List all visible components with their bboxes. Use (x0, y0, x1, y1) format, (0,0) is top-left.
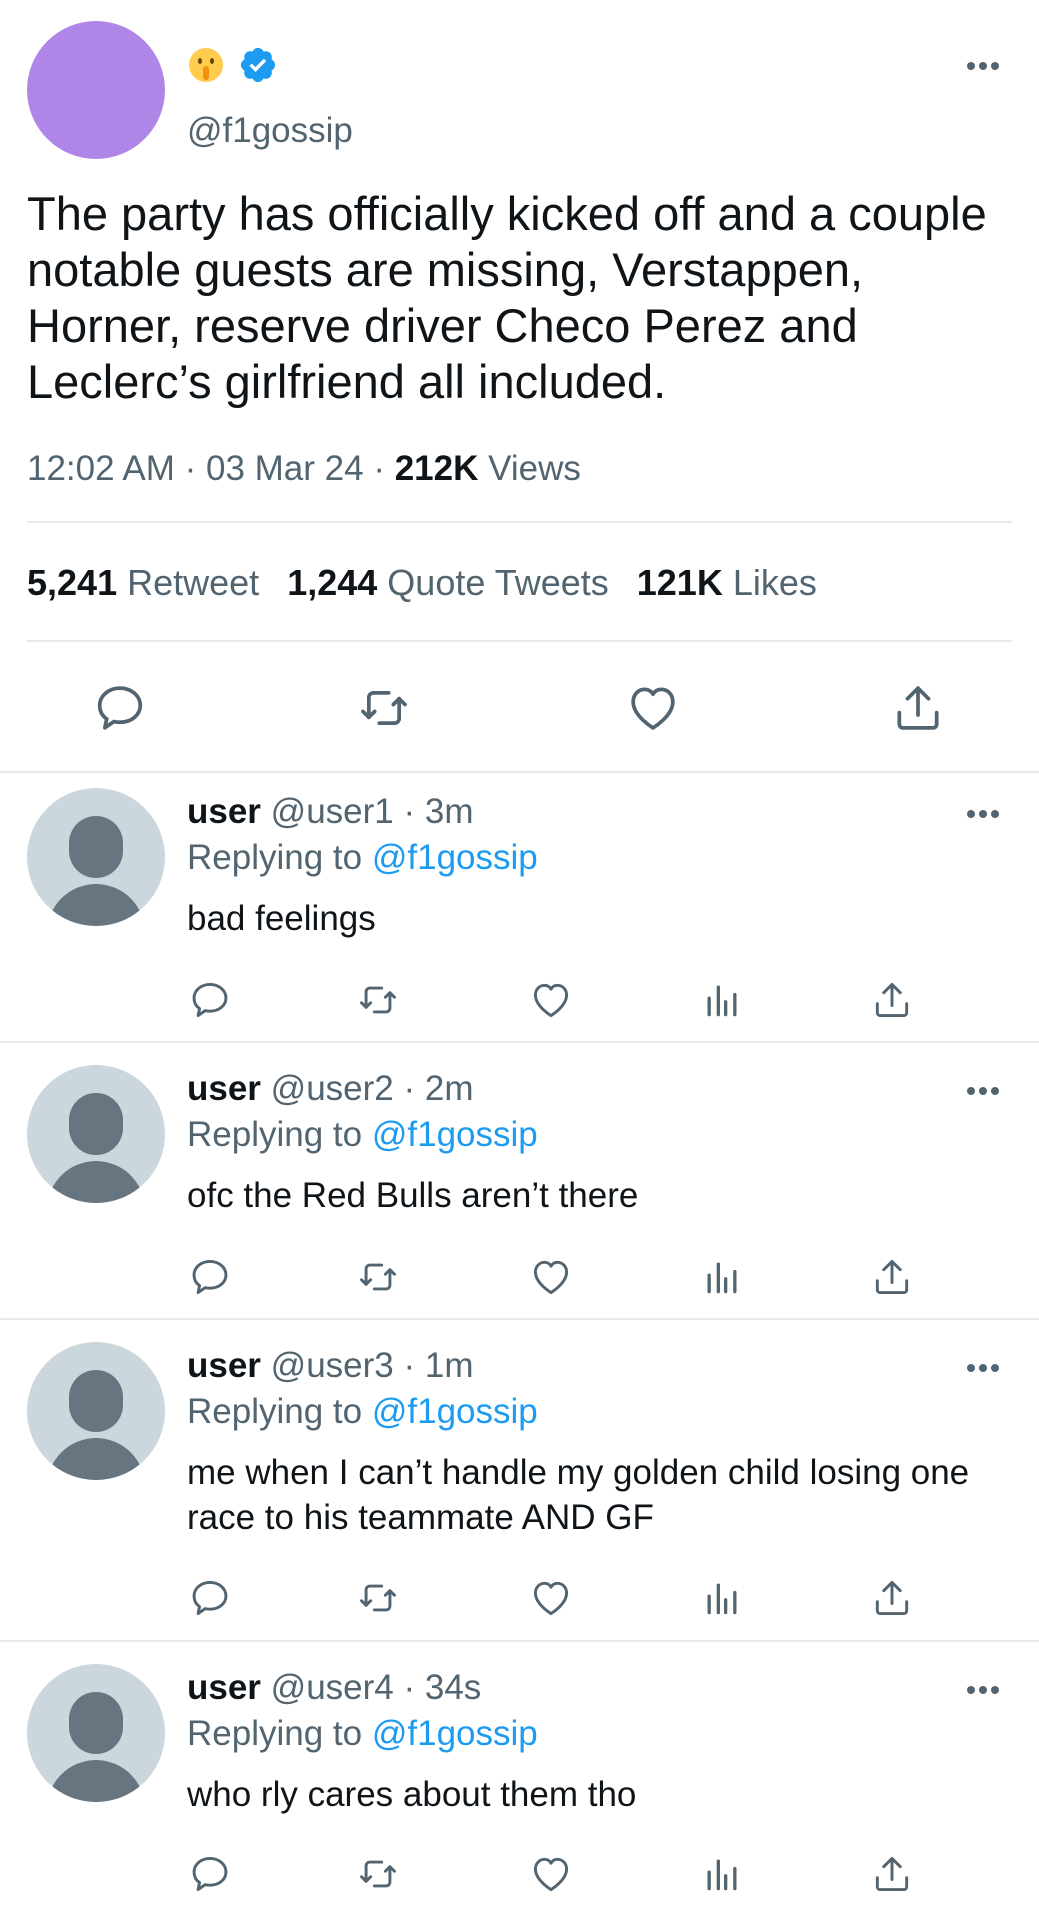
share-icon[interactable] (870, 978, 914, 1022)
retweet-icon[interactable] (356, 1852, 400, 1896)
retweets-count: 5,241 (27, 562, 118, 603)
more-options-icon[interactable] (965, 808, 1001, 820)
quotes-count: 1,244 (287, 562, 378, 603)
avatar[interactable] (27, 21, 165, 159)
more-options-icon[interactable] (965, 60, 1001, 72)
engagement-stats: 5,241 Retweet 1,244 Quote Tweets 121K Like… (27, 560, 817, 606)
divider (27, 521, 1012, 523)
avatar[interactable] (27, 1065, 165, 1203)
reply-time: 3m (424, 792, 474, 831)
shushing-face-emoji-icon (189, 48, 223, 82)
reply-icon[interactable] (188, 1576, 232, 1620)
replying-label: Replying to (187, 1115, 363, 1154)
more-options-icon[interactable] (965, 1684, 1001, 1696)
author-handle[interactable]: @f1gossip (187, 108, 353, 154)
like-icon[interactable] (529, 1852, 573, 1896)
share-icon[interactable] (890, 680, 946, 736)
analytics-icon[interactable] (700, 1576, 744, 1620)
retweet-icon[interactable] (356, 680, 412, 736)
mention-link[interactable]: @f1gossip (372, 1392, 538, 1431)
mention-link[interactable]: @f1gossip (372, 838, 538, 877)
reply-header: user @user4 · 34s (187, 1668, 482, 1707)
share-icon[interactable] (870, 1576, 914, 1620)
user-name[interactable]: user (187, 792, 261, 831)
avatar[interactable] (27, 1664, 165, 1802)
reply-text: me when I can’t handle my golden child l… (187, 1453, 970, 1537)
like-icon[interactable] (529, 1576, 573, 1620)
user-name[interactable]: user (187, 1069, 261, 1108)
reply-text: who rly cares about them tho (187, 1775, 637, 1814)
replying-label: Replying to (187, 1714, 363, 1753)
share-icon[interactable] (870, 1255, 914, 1299)
like-icon[interactable] (625, 680, 681, 736)
replying-to: Replying to @f1gossip (187, 836, 538, 880)
main-tweet: @f1gossip The party has officially kicke… (0, 0, 1039, 772)
tweet-meta: 12:02 AM · 03 Mar 24 · 212K Views (27, 446, 581, 492)
reply-header: user @user2 · 2m (187, 1069, 474, 1108)
separator: · (363, 449, 395, 488)
replying-to: Replying to @f1gossip (187, 1113, 538, 1157)
reply-header: user @user3 · 1m (187, 1346, 474, 1385)
more-options-icon[interactable] (965, 1085, 1001, 1097)
reply-tweet[interactable]: user @user3 · 1m Replying to @f1gossip m… (0, 1320, 1039, 1640)
separator: · (174, 449, 206, 488)
reply-tweet[interactable]: user @user1 · 3m Replying to @f1gossip b… (0, 772, 1039, 1042)
quotes-stat[interactable]: 1,244 Quote Tweets (287, 562, 609, 603)
reply-text: ofc the Red Bulls aren’t there (187, 1176, 639, 1215)
likes-label: Likes (732, 562, 817, 603)
reply-time: 2m (424, 1069, 474, 1108)
tweet-text: The party has officially kicked off and … (27, 187, 987, 408)
tweet-time[interactable]: 12:02 AM (27, 449, 175, 488)
retweet-icon[interactable] (356, 978, 400, 1022)
views-label: Views (488, 449, 581, 488)
mention-link[interactable]: @f1gossip (372, 1714, 538, 1753)
replying-label: Replying to (187, 1392, 363, 1431)
reply-icon[interactable] (188, 1852, 232, 1896)
avatar[interactable] (27, 788, 165, 926)
mention-link[interactable]: @f1gossip (372, 1115, 538, 1154)
like-icon[interactable] (529, 978, 573, 1022)
retweet-icon[interactable] (356, 1255, 400, 1299)
user-name[interactable]: user (187, 1668, 261, 1707)
retweets-label: Retweet (127, 562, 260, 603)
reply-text: bad feelings (187, 899, 376, 938)
likes-stat[interactable]: 121K Likes (637, 562, 817, 603)
retweets-stat[interactable]: 5,241 Retweet (27, 562, 259, 603)
analytics-icon[interactable] (700, 1255, 744, 1299)
reply-tweet[interactable]: user @user4 · 34s Replying to @f1gossip … (0, 1642, 1039, 1920)
analytics-icon[interactable] (700, 978, 744, 1022)
user-name[interactable]: user (187, 1346, 261, 1385)
replying-to: Replying to @f1gossip (187, 1390, 538, 1434)
reply-icon[interactable] (92, 680, 148, 736)
tweet-date[interactable]: 03 Mar 24 (206, 449, 364, 488)
views-count: 212K (394, 449, 479, 488)
divider (27, 640, 1012, 642)
analytics-icon[interactable] (700, 1852, 744, 1896)
user-handle[interactable]: @user1 (271, 792, 394, 831)
reply-time: 1m (424, 1346, 474, 1385)
reply-tweet[interactable]: user @user2 · 2m Replying to @f1gossip o… (0, 1043, 1039, 1319)
like-icon[interactable] (529, 1255, 573, 1299)
reply-time: 34s (424, 1668, 482, 1707)
replying-label: Replying to (187, 838, 363, 877)
reply-icon[interactable] (188, 978, 232, 1022)
reply-icon[interactable] (188, 1255, 232, 1299)
user-handle[interactable]: @user2 (271, 1069, 394, 1108)
verified-badge-icon (240, 47, 276, 83)
quotes-label: Quote Tweets (387, 562, 609, 603)
more-options-icon[interactable] (965, 1362, 1001, 1374)
likes-count: 121K (636, 562, 723, 603)
user-handle[interactable]: @user3 (271, 1346, 394, 1385)
retweet-icon[interactable] (356, 1576, 400, 1620)
reply-header: user @user1 · 3m (187, 792, 474, 831)
avatar[interactable] (27, 1342, 165, 1480)
user-handle[interactable]: @user4 (271, 1668, 394, 1707)
share-icon[interactable] (870, 1852, 914, 1896)
replying-to: Replying to @f1gossip (187, 1712, 538, 1756)
